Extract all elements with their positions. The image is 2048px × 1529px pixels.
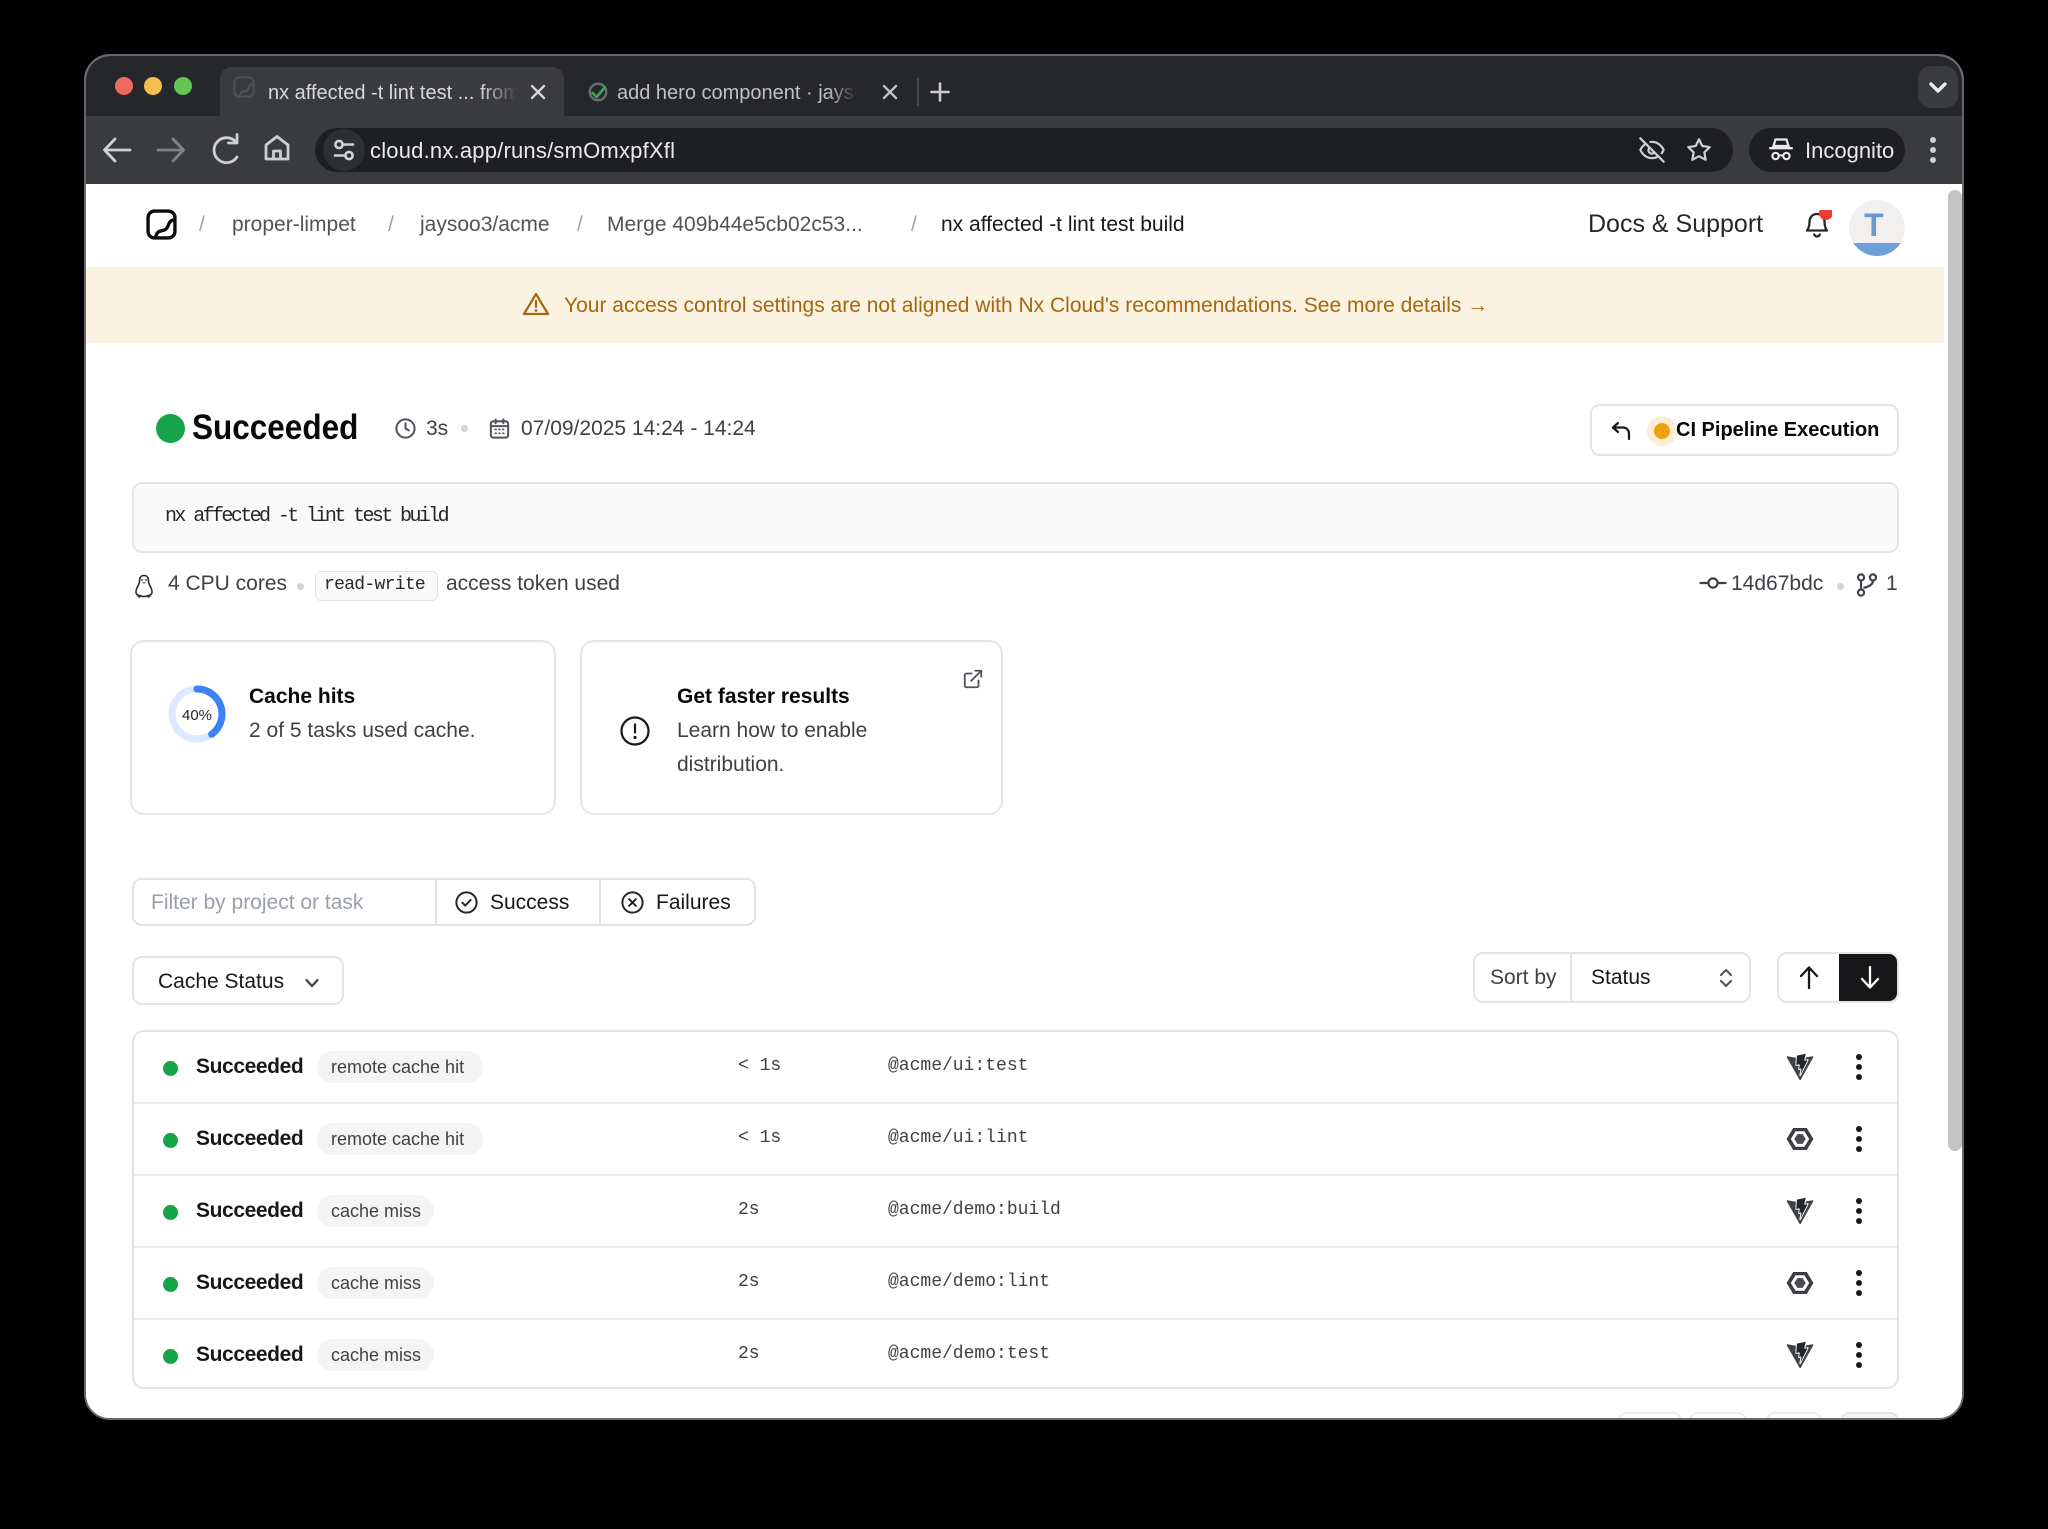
svg-text:40%: 40%: [182, 707, 212, 724]
